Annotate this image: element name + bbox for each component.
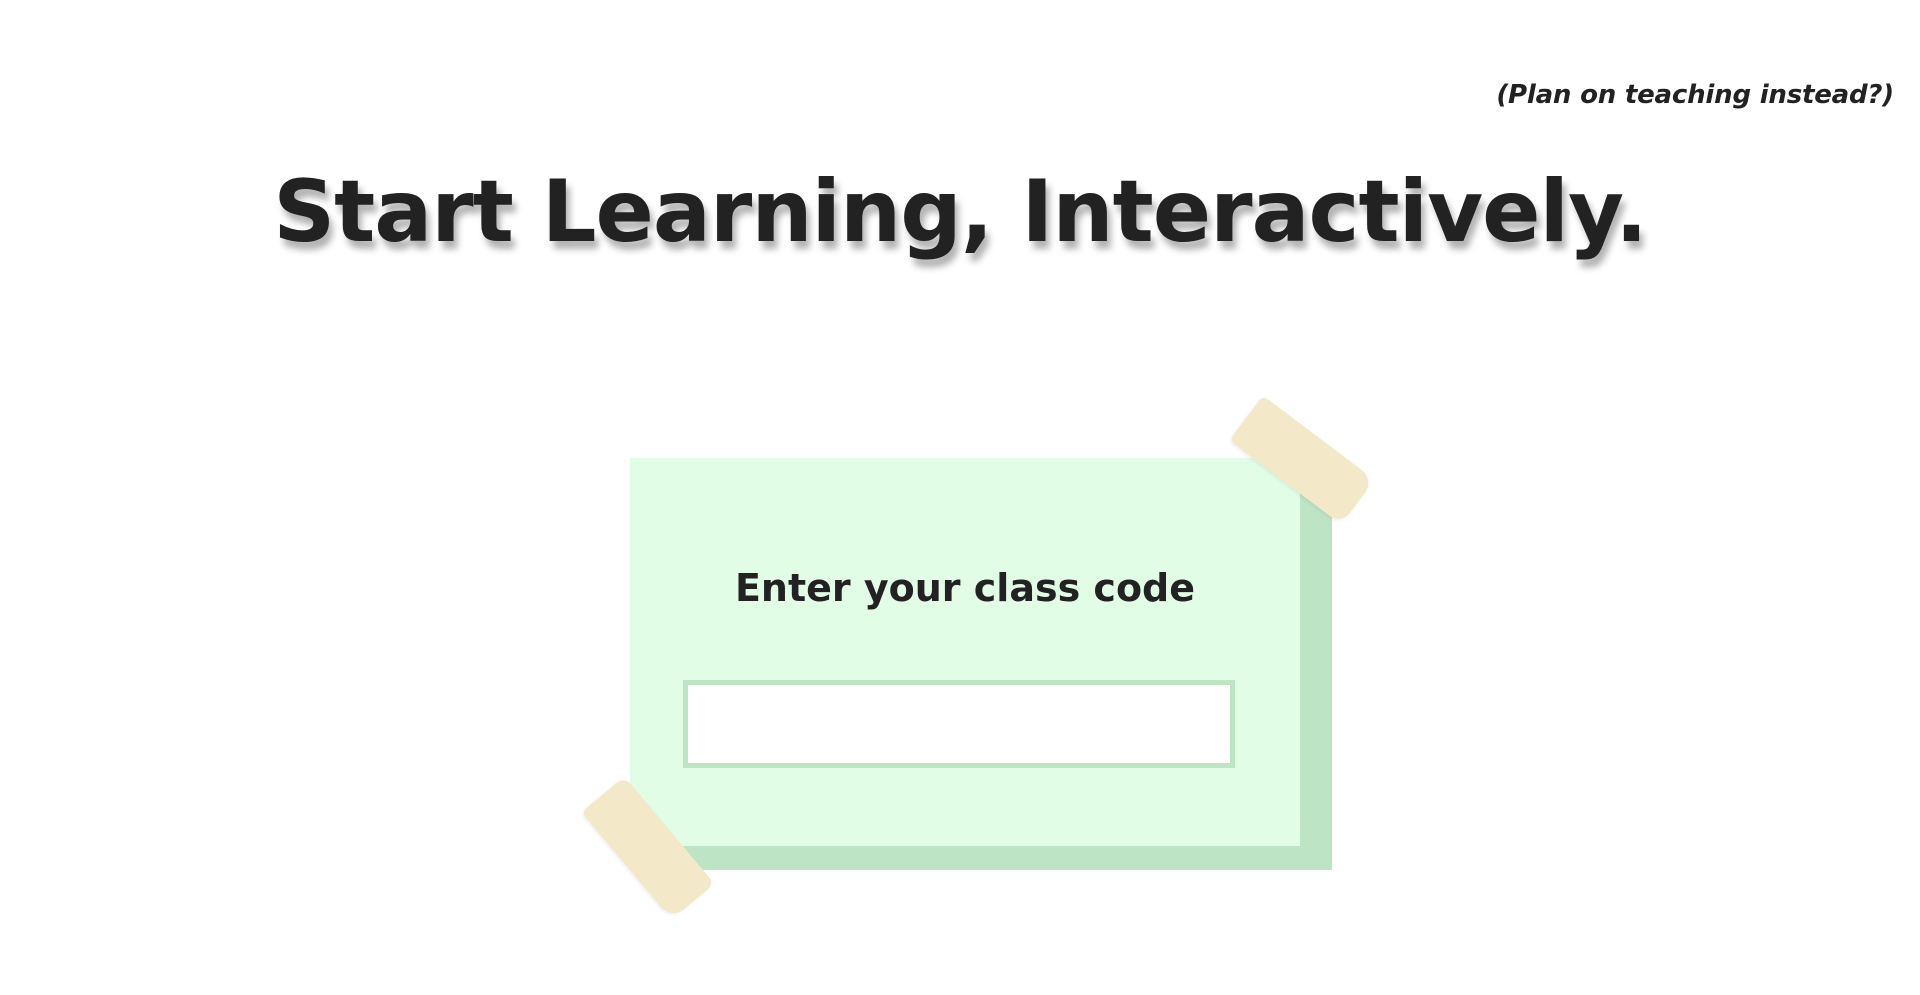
card-title: Enter your class code: [734, 566, 1196, 610]
teacher-signup-link[interactable]: (Plan on teaching instead?): [1496, 80, 1894, 110]
card-body: Enter your class code: [630, 458, 1300, 846]
class-code-card: Enter your class code: [630, 458, 1332, 870]
page-headline: Start Learning, Interactively.: [273, 162, 1648, 262]
join-page: (Plan on teaching instead?) Start Learni…: [0, 0, 1920, 995]
class-code-input[interactable]: [683, 680, 1235, 768]
